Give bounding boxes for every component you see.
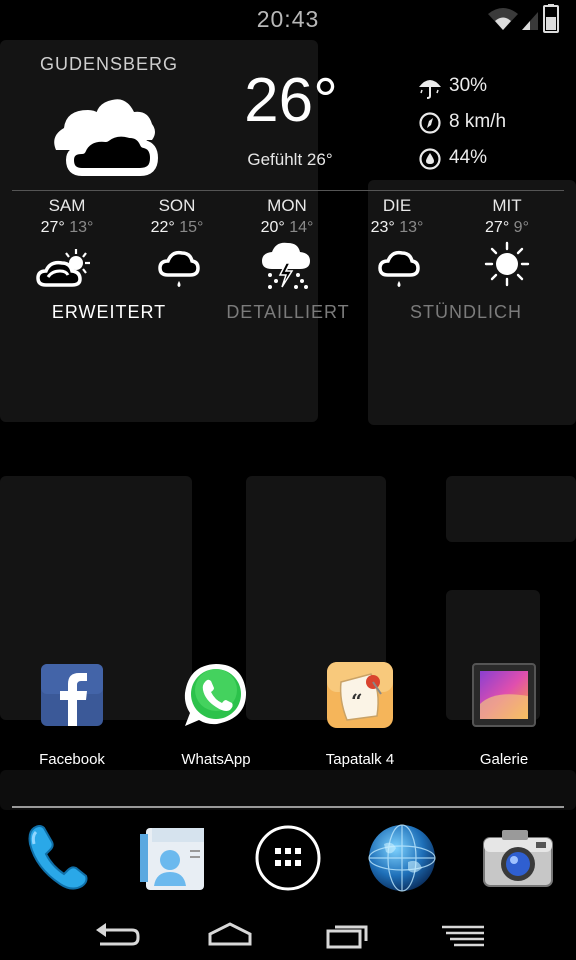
wallpaper-block [0, 770, 576, 810]
current-temperature: 26° [244, 66, 338, 135]
precipitation-value: 30% [449, 75, 488, 96]
facebook-icon [41, 664, 103, 726]
phone-icon [28, 825, 88, 890]
forecast-day: DIE 23° 13° [352, 195, 442, 298]
thunderstorm-icon [262, 242, 310, 289]
humidity-drop-icon [419, 148, 441, 170]
app-galerie[interactable]: Galerie [434, 660, 574, 768]
light-rain-icon [158, 250, 200, 287]
weather-view-tabs: ERWEITERT DETAILLIERT STÜNDLICH [0, 302, 576, 330]
forecast-day-name: MIT [492, 196, 522, 215]
forecast-day-name: SAM [48, 196, 86, 215]
forecast-day: SON 22° 15° [132, 195, 222, 298]
nav-home-button[interactable] [200, 918, 260, 952]
dock-browser[interactable] [362, 822, 442, 894]
tab-stuendlich[interactable]: STÜNDLICH [366, 302, 566, 323]
app-label: Tapatalk 4 [325, 751, 395, 768]
signal-icon [522, 12, 538, 30]
forecast-low: 13° [69, 219, 94, 236]
forecast-high: 27° [485, 219, 510, 236]
forecast-high: 27° [40, 219, 65, 236]
whatsapp-icon [184, 664, 247, 726]
forecast-low: 9° [513, 219, 529, 236]
app-whatsapp[interactable]: WhatsApp [146, 660, 286, 768]
home-icon [208, 922, 252, 946]
dock-camera[interactable] [478, 822, 558, 894]
svg-text:“: “ [351, 689, 363, 713]
forecast-low: 13° [399, 219, 424, 236]
forecast-low: 15° [179, 219, 204, 236]
wallpaper-block [446, 476, 576, 542]
app-label: WhatsApp [181, 751, 251, 768]
back-icon [96, 923, 140, 946]
tab-detailliert[interactable]: DETAILLIERT [188, 302, 388, 323]
status-icons [486, 4, 566, 34]
compass-icon [419, 112, 441, 134]
contacts-icon [140, 828, 204, 890]
app-label: Galerie [479, 751, 529, 768]
forecast-low: 14° [289, 219, 314, 236]
forecast-day-name: MON [267, 196, 307, 215]
sunny-icon [484, 241, 530, 287]
forecast-day: MIT 27° 9° [462, 195, 552, 298]
dock-phone[interactable] [20, 822, 100, 894]
app-drawer-icon [255, 825, 321, 891]
tapatalk-icon: “ [327, 662, 393, 728]
nav-menu-button[interactable] [432, 918, 492, 952]
feels-like-temperature: Gefühlt 26° [247, 150, 333, 169]
partly-sunny-icon [36, 249, 90, 287]
nav-recent-apps-button[interactable] [318, 918, 378, 952]
camera-icon [483, 830, 553, 887]
forecast-high: 22° [150, 219, 175, 236]
dock-contacts[interactable] [136, 822, 216, 894]
weather-divider [12, 190, 564, 191]
gallery-icon [472, 663, 536, 727]
forecast-day: MON 20° 14° [242, 195, 332, 298]
forecast-high: 23° [370, 219, 395, 236]
battery-icon [543, 4, 559, 33]
app-label: Facebook [39, 751, 105, 768]
app-tapatalk[interactable]: “ Tapatalk 4 [290, 660, 430, 768]
forecast-day: SAM 27° 13° [22, 195, 112, 298]
tab-erweitert[interactable]: ERWEITERT [9, 302, 209, 323]
umbrella-icon [419, 80, 441, 99]
app-facebook[interactable]: Facebook [2, 660, 142, 768]
humidity-value: 44% [449, 147, 488, 168]
wind-value: 8 km/h [449, 111, 507, 132]
recent-apps-icon [326, 925, 368, 949]
forecast-high: 20° [260, 219, 285, 236]
light-rain-icon [378, 250, 420, 287]
city-name: GUDENSBERG [40, 54, 179, 74]
forecast-day-name: SON [158, 196, 196, 215]
nav-back-button[interactable] [88, 918, 148, 952]
cloudy-night-icon [48, 92, 160, 185]
weather-widget[interactable]: GUDENSBERG 26° Gefühlt 26° 30% 8 km/h 44… [0, 40, 576, 340]
dock-app-drawer[interactable] [248, 822, 328, 894]
status-bar: 20:43 [0, 0, 576, 38]
wifi-icon [488, 4, 559, 33]
forecast-day-name: DIE [382, 196, 412, 215]
browser-globe-icon [368, 824, 436, 892]
dock-divider [12, 806, 564, 808]
menu-icon [442, 925, 484, 947]
